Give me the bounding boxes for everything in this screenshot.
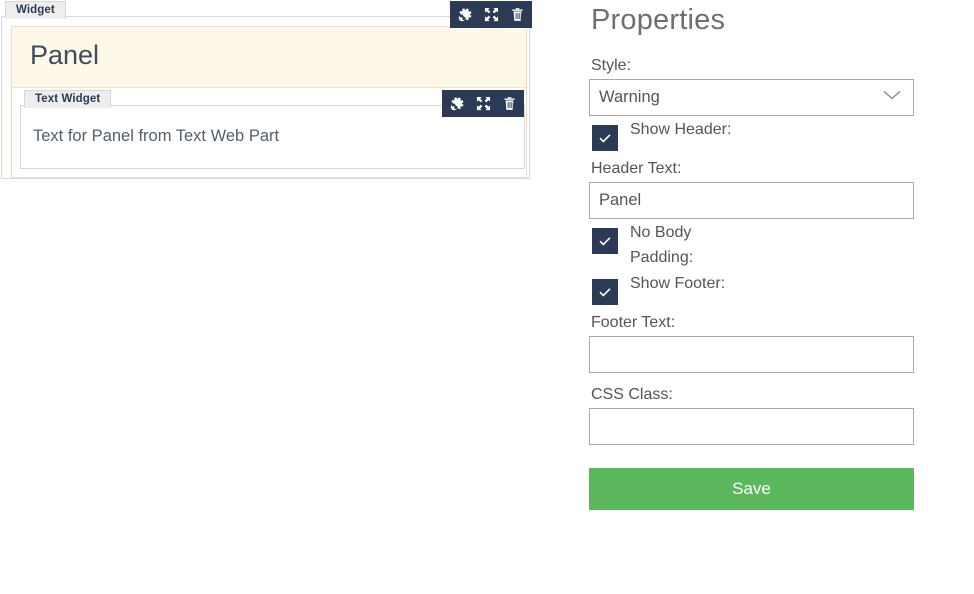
show-footer-row[interactable]: Show Footer: <box>592 272 974 306</box>
no-body-padding-label: No Body Padding: <box>630 223 694 266</box>
widget-toolbar-inner[interactable] <box>442 89 524 117</box>
check-icon <box>599 134 611 143</box>
expand-arrows-icon <box>476 96 491 111</box>
gear-icon <box>450 96 465 111</box>
footer-text-input[interactable] <box>589 336 914 374</box>
trash-icon <box>503 96 516 111</box>
footer-text-label: Footer Text: <box>591 314 676 332</box>
style-select[interactable]: Warning <box>589 78 914 116</box>
widget-chip-label: Widget <box>5 1 66 19</box>
gear-icon <box>458 7 473 22</box>
design-canvas: Widget Panel Text Widget Text for Panel … <box>0 0 560 594</box>
show-header-checkbox[interactable] <box>592 124 618 151</box>
text-widget-chip-label: Text Widget <box>24 89 112 108</box>
expand-icon-button-outer[interactable] <box>478 1 504 28</box>
save-button[interactable]: Save <box>589 468 914 511</box>
widget-container-outer[interactable]: Widget Panel Text Widget Text for Panel … <box>1 1 532 180</box>
expand-arrows-icon <box>484 7 499 22</box>
show-footer-checkbox[interactable] <box>592 279 618 306</box>
widget-toolbar-outer[interactable] <box>450 1 532 28</box>
header-text-input[interactable] <box>589 181 914 219</box>
trash-icon-button-outer[interactable] <box>504 1 530 28</box>
panel-title: Panel <box>30 40 100 70</box>
show-header-label: Show Header: <box>630 120 732 138</box>
trash-icon-button-inner[interactable] <box>496 90 522 117</box>
trash-icon <box>511 7 524 22</box>
show-footer-label: Show Footer: <box>630 275 726 293</box>
properties-panel: Properties Style: Warning Show Header: H… <box>589 0 974 594</box>
widget-container-inner[interactable]: Text Widget Text for Panel from Text Web… <box>20 89 525 170</box>
css-class-input[interactable] <box>589 408 914 446</box>
widget-outer-body: Panel Text Widget Text for Panel from Te… <box>2 17 529 179</box>
check-icon <box>599 237 611 246</box>
chevron-down-icon <box>882 88 902 106</box>
gear-icon-button-outer[interactable] <box>452 1 478 28</box>
no-body-padding-checkbox[interactable] <box>592 227 618 254</box>
header-text-label: Header Text: <box>591 159 682 177</box>
expand-icon-button-inner[interactable] <box>470 90 496 117</box>
properties-title: Properties <box>591 4 726 36</box>
panel-body: Text Widget Text for Panel from Text Web… <box>12 89 526 170</box>
no-body-padding-row[interactable]: No Body Padding: <box>592 221 974 271</box>
show-header-row[interactable]: Show Header: <box>592 118 974 151</box>
panel-warning: Panel Text Widget Text for Panel from Te… <box>11 26 527 179</box>
panel-heading: Panel <box>12 27 526 88</box>
check-icon <box>599 288 611 298</box>
style-label: Style: <box>591 56 632 74</box>
gear-icon-button-inner[interactable] <box>444 90 470 117</box>
css-class-label: CSS Class: <box>591 386 673 404</box>
style-select-value: Warning <box>599 87 660 106</box>
